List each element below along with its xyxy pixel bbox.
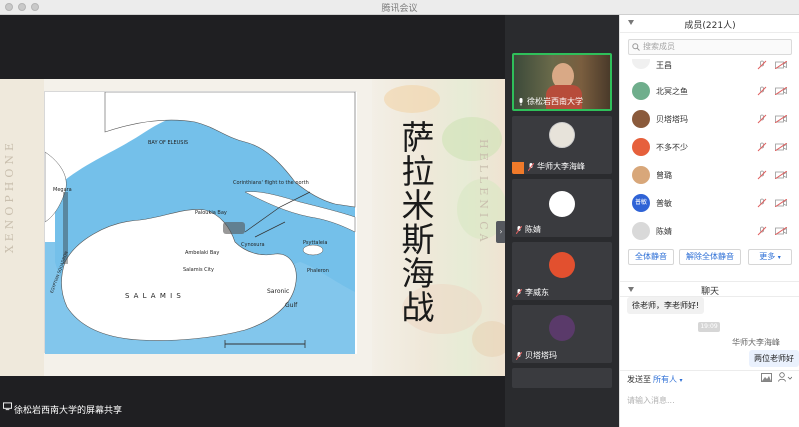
window-title: 腾讯会议	[381, 4, 418, 14]
video-tile-name: 华师大李海峰	[537, 162, 585, 171]
map-label-ambelaki: Ambelaki Bay	[185, 250, 220, 256]
mic-icon	[519, 98, 523, 106]
camera-off-icon[interactable]	[775, 87, 787, 95]
member-row[interactable]: 曾璐	[620, 164, 799, 186]
video-tile[interactable]: 李威东	[512, 242, 612, 300]
avatar	[549, 191, 575, 217]
screen-share-area: XENOPHONE HELLENICA BAY OF ELEUSIS Megar…	[0, 15, 506, 427]
chat-sender: 华师大李海峰	[732, 338, 780, 347]
image-icon[interactable]	[761, 373, 772, 382]
camera-off-icon[interactable]	[775, 115, 787, 123]
chat-header: 聊天	[620, 281, 799, 297]
meeting-window: 腾讯会议 XENOPHONE HELLENICA BAY OF ELEUSIS …	[0, 0, 799, 427]
host-badge-icon	[512, 162, 524, 174]
screen-share-icon	[3, 402, 12, 411]
shared-slide: XENOPHONE HELLENICA BAY OF ELEUSIS Megar…	[0, 79, 505, 376]
map-label-salamis: S A L A M I S	[125, 292, 182, 300]
avatar	[632, 82, 650, 100]
video-tile[interactable]: 华师大李海峰	[512, 116, 612, 174]
avatar	[632, 110, 650, 128]
map-label-saronic: Saronic	[267, 288, 290, 295]
video-tile-name: 贝塔塔玛	[525, 351, 557, 360]
video-tile-name: 徐松岩西南大学	[527, 97, 583, 106]
video-tile-name: 陈婧	[525, 225, 541, 234]
mic-muted-icon	[516, 352, 522, 360]
chat-message: 徐老师，李老师好!	[627, 297, 705, 314]
side-panel: 成员(221人) 搜索成员 王昌 北冥之鱼 贝塔塔玛 不多不少 曾璐 普敏 普敏…	[619, 15, 799, 427]
chevron-down-icon: ▾	[679, 377, 683, 384]
video-tiles-column: 徐松岩西南大学 华师大李海峰 陈婧 李威东 贝塔塔玛	[505, 15, 619, 427]
screen-share-label: 徐松岩西南大学的屏幕共享	[14, 406, 123, 416]
video-tile[interactable]: 陈婧	[512, 179, 612, 237]
member-row[interactable]: 陈婧	[620, 220, 799, 242]
map-label-psyttaleia: Psyttaleia	[303, 240, 328, 246]
send-target-select[interactable]: 所有人 ▾	[653, 374, 683, 385]
map-label-corinthians: Corinthians' flight to the north	[233, 180, 309, 186]
camera-off-icon[interactable]	[775, 171, 787, 179]
mute-all-button[interactable]: 全体静音	[628, 249, 674, 265]
unmute-all-button[interactable]: 解除全体静音	[679, 249, 741, 265]
map-label-salamis-city: Salamis City	[183, 267, 214, 273]
mic-muted-icon[interactable]	[757, 86, 767, 96]
slide-side-text-left: XENOPHONE	[3, 139, 16, 254]
mic-muted-icon[interactable]	[757, 60, 767, 70]
more-button[interactable]: 更多 ▾	[748, 249, 792, 265]
avatar: 普敏	[632, 194, 650, 212]
slide-title: 萨 拉 米 斯 海 战	[401, 118, 435, 327]
map-label-megara: Megara	[53, 187, 72, 193]
camera-off-icon[interactable]	[775, 199, 787, 207]
member-row[interactable]: 北冥之鱼	[620, 80, 799, 102]
chat-message: 两位老师好	[749, 350, 799, 367]
mic-muted-icon	[516, 289, 522, 297]
mic-muted-icon[interactable]	[757, 142, 767, 152]
send-to-label: 发送至	[627, 375, 651, 384]
avatar	[632, 166, 650, 184]
title-bar: 腾讯会议	[0, 0, 799, 15]
mic-muted-icon[interactable]	[757, 114, 767, 124]
chevron-down-icon: ▾	[777, 254, 781, 261]
mic-muted-icon	[516, 226, 522, 234]
avatar	[632, 59, 650, 69]
slide-side-text-right: HELLENICA	[477, 139, 490, 246]
member-search-input[interactable]: 搜索成员	[628, 39, 792, 55]
chat-input[interactable]: 请输入消息...	[627, 395, 675, 406]
map-label-paloukia: Paloukia Bay	[195, 210, 227, 216]
avatar	[632, 222, 650, 240]
map-label-gulf: Gulf	[285, 302, 298, 309]
map-label-phaleron: Phaleron	[307, 268, 329, 274]
video-tile[interactable]	[512, 368, 612, 388]
member-row[interactable]: 贝塔塔玛	[620, 108, 799, 130]
mic-muted-icon[interactable]	[757, 226, 767, 236]
member-row[interactable]: 不多不少	[620, 136, 799, 158]
chat-settings-icon[interactable]	[778, 372, 792, 382]
map-label-bay: BAY OF ELEUSIS	[148, 140, 189, 146]
avatar	[549, 122, 575, 148]
camera-off-icon[interactable]	[775, 143, 787, 151]
members-header: 成员(221人)	[620, 15, 799, 33]
member-row[interactable]: 普敏 普敏	[620, 192, 799, 214]
chat-timestamp: 19:09	[698, 322, 720, 332]
camera-off-icon[interactable]	[775, 61, 787, 69]
video-tile[interactable]: 徐松岩西南大学	[512, 53, 612, 111]
video-tile[interactable]: 贝塔塔玛	[512, 305, 612, 363]
mic-muted-icon	[528, 163, 534, 171]
search-icon	[632, 43, 640, 51]
camera-off-icon[interactable]	[775, 227, 787, 235]
avatar	[632, 138, 650, 156]
video-tile-name: 李威东	[525, 288, 549, 297]
avatar	[549, 252, 575, 278]
chat-title: 聊天	[700, 287, 719, 297]
map-image	[44, 91, 357, 354]
map-label-cynosura: Cynosura	[241, 242, 265, 248]
avatar	[549, 315, 575, 341]
members-title: 成员(221人)	[684, 21, 736, 31]
mic-muted-icon[interactable]	[757, 170, 767, 180]
mic-muted-icon[interactable]	[757, 198, 767, 208]
salamis-map: BAY OF ELEUSIS Megara S A L A M I S Saro…	[44, 91, 357, 354]
member-row[interactable]: 王昌	[620, 59, 799, 71]
